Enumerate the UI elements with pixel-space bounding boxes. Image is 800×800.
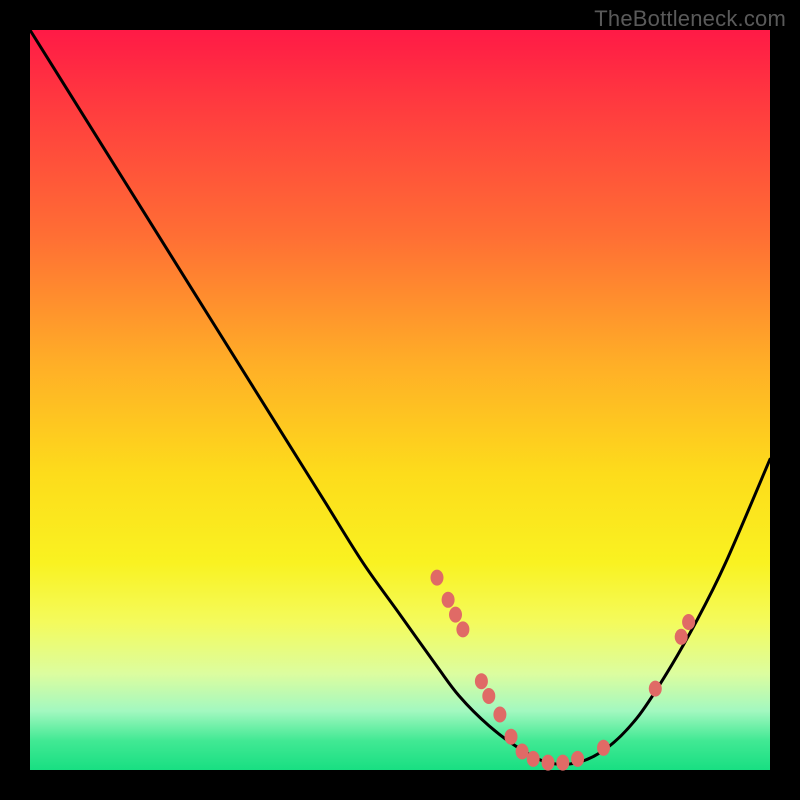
chart-frame: TheBottleneck.com <box>0 0 800 800</box>
chart-marker <box>431 570 444 586</box>
chart-marker <box>442 592 455 608</box>
chart-marker <box>527 751 540 767</box>
watermark-text: TheBottleneck.com <box>594 6 786 32</box>
chart-marker <box>682 614 695 630</box>
chart-markers <box>431 570 696 771</box>
chart-marker <box>556 755 569 771</box>
chart-marker <box>571 751 584 767</box>
chart-marker <box>475 673 488 689</box>
chart-svg <box>30 30 770 770</box>
chart-marker <box>449 607 462 623</box>
chart-marker <box>675 629 688 645</box>
chart-marker <box>542 755 555 771</box>
chart-marker <box>649 681 662 697</box>
bottleneck-curve <box>30 30 770 764</box>
chart-plot-area <box>30 30 770 770</box>
chart-marker <box>505 729 518 745</box>
chart-marker <box>456 621 469 637</box>
chart-marker <box>597 740 610 756</box>
chart-marker <box>516 744 529 760</box>
chart-marker <box>493 707 506 723</box>
chart-marker <box>482 688 495 704</box>
